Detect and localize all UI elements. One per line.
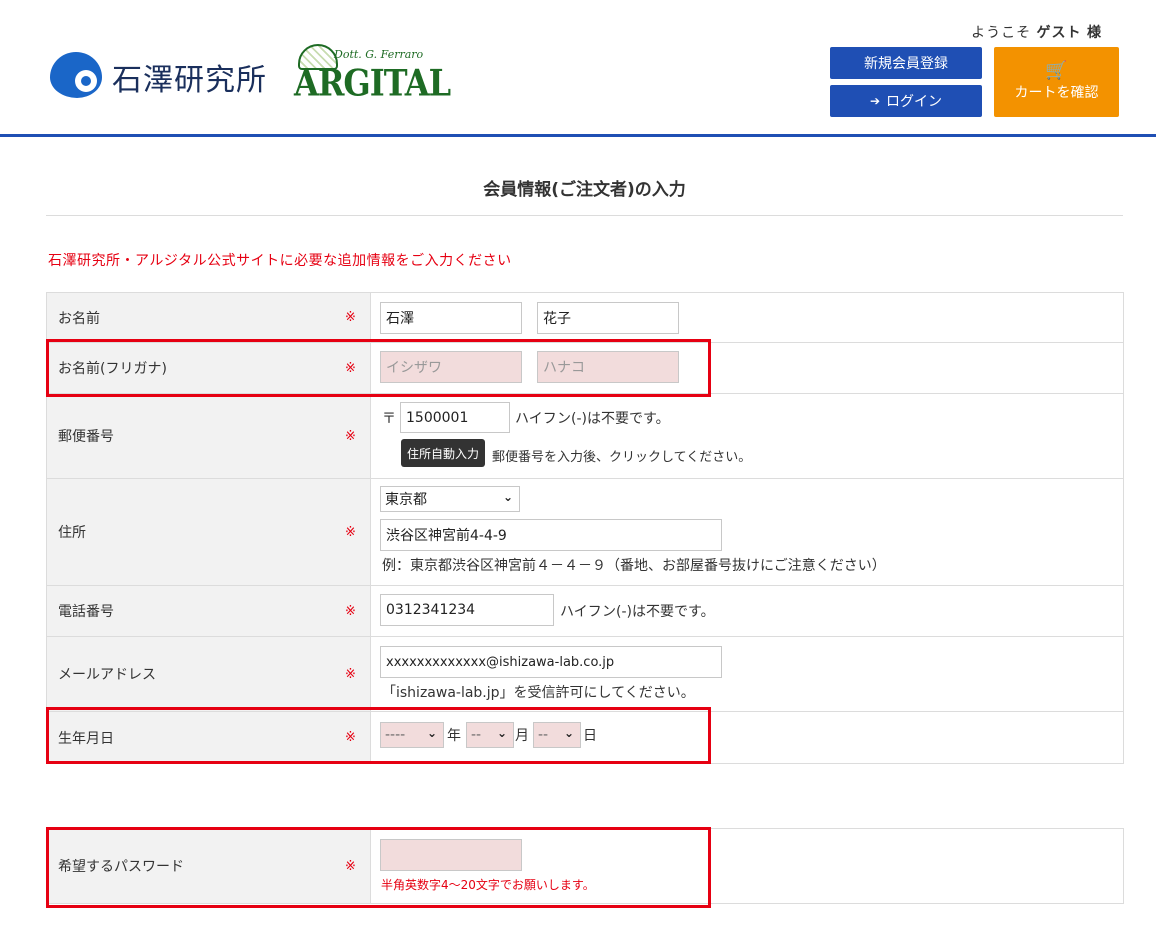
ishizawa-logo-mark-icon [50,52,104,102]
kana-label: お名前(フリガナ) [58,361,167,377]
email-input[interactable]: xxxxxxxxxxxxx@ishizawa-lab.co.jp [380,646,722,678]
postal-prefix: 〒 [382,411,396,427]
address-input[interactable]: 渋谷区神宮前4-4-9 [380,519,722,551]
shopping-cart-icon: 🛒 [1045,60,1068,81]
required-mark: ※ [345,603,356,619]
postal-value-cell: 〒 1500001 ハイフン(-)は不要です。 住所自動入力 郵便番号を入力後、… [371,394,1123,478]
argital-logo-text: ARGITAL [294,61,451,105]
password-value-cell: 半角英数字4～20文字でお願いします。 [371,829,1123,903]
birth-month-select[interactable]: -- ⌄ [466,722,514,748]
year-unit: 年 [447,728,461,744]
cart-button-label: カートを確認 [1014,85,1099,101]
birthday-label: 生年月日 [58,730,114,747]
day-unit: 日 [583,728,597,744]
email-label: メールアドレス [58,667,156,683]
postal-label: 郵便番号 [58,429,114,445]
chevron-down-icon: ⌄ [502,490,513,504]
phone-label-cell: 電話番号 ※ [47,586,371,636]
site-header: 石澤研究所 Dott. G. Ferraro ARGITAL ようこそ ゲスト … [0,0,1156,137]
kana-value-cell: イシザワ ハナコ [371,343,1123,393]
birth-month-value: -- [471,727,482,743]
argital-logo-subtitle: Dott. G. Ferraro [334,48,424,61]
first-name-kana-input[interactable]: ハナコ [537,351,679,383]
required-mark: ※ [345,360,356,376]
last-name-input[interactable]: 石澤 [380,302,522,334]
required-mark: ※ [345,310,356,325]
birth-year-select[interactable]: ---- ⌄ [380,722,444,748]
email-hint: 「ishizawa-lab.jp」を受信許可にしてください。 [382,685,695,701]
postal-code-input[interactable]: 1500001 [400,402,510,433]
chevron-down-icon: ⌄ [496,726,507,740]
required-mark: ※ [345,730,356,745]
name-value-cell: 石澤 花子 [371,293,1123,342]
phone-value-cell: 0312341234 ハイフン(-)は不要です。 [371,586,1123,636]
password-label-cell: 希望するパスワード ※ [47,829,371,903]
address-label: 住所 [58,525,86,541]
postal-hint: ハイフン(-)は不要です。 [515,411,670,427]
prefecture-value: 東京都 [385,492,427,508]
password-row: 希望するパスワード ※ 半角英数字4～20文字でお願いします。 [46,828,1124,904]
login-button-label: ログイン [886,94,943,110]
welcome-message: ようこそ ゲスト 様 [971,22,1102,42]
password-input[interactable] [380,839,522,871]
required-mark: ※ [345,428,356,444]
birthday-label-cell: 生年月日 ※ [47,712,371,763]
first-name-input[interactable]: 花子 [537,302,679,334]
phone-label: 電話番号 [58,604,114,620]
address-autofill-button[interactable]: 住所自動入力 [401,439,485,467]
welcome-prefix: ようこそ [971,25,1032,41]
phone-input[interactable]: 0312341234 [380,594,554,626]
required-mark: ※ [345,666,356,682]
birth-year-value: ---- [385,727,406,743]
kana-row: お名前(フリガナ) ※ イシザワ ハナコ [46,343,1124,394]
email-row: メールアドレス ※ xxxxxxxxxxxxx@ishizawa-lab.co.… [46,637,1124,712]
address-label-cell: 住所 ※ [47,479,371,585]
ishizawa-logo[interactable]: 石澤研究所 [50,52,267,102]
birth-day-value: -- [538,727,549,743]
birth-day-select[interactable]: -- ⌄ [533,722,581,748]
name-label: お名前 [58,310,100,327]
password-label: 希望するパスワード [58,859,184,875]
address-example: 例：東京都渋谷区神宮前４－４－９（番地、お部屋番号抜けにご注意ください） [382,558,886,574]
notice-text: 石澤研究所・アルジタル公式サイトに必要な追加情報をご入力ください [48,253,512,269]
password-hint: 半角英数字4～20文字でお願いします。 [381,878,595,892]
prefecture-select[interactable]: 東京都 ⌄ [380,486,520,512]
sign-in-icon: ➔ [869,94,881,108]
cart-button[interactable]: 🛒 カートを確認 [994,47,1119,117]
register-button-label: 新規会員登録 [864,56,948,72]
birthday-row: 生年月日 ※ ---- ⌄ 年 -- ⌄ 月 -- ⌄ 日 [46,712,1124,764]
register-button[interactable]: 新規会員登録 [830,47,982,79]
welcome-suffix: 様 [1087,25,1102,41]
email-label-cell: メールアドレス ※ [47,637,371,711]
month-unit: 月 [515,728,529,744]
last-name-kana-input[interactable]: イシザワ [380,351,522,383]
address-value-cell: 東京都 ⌄ 渋谷区神宮前4-4-9 例：東京都渋谷区神宮前４－４－９（番地、お部… [371,479,1123,585]
address-row: 住所 ※ 東京都 ⌄ 渋谷区神宮前4-4-9 例：東京都渋谷区神宮前４－４－９（… [46,479,1124,586]
birthday-value-cell: ---- ⌄ 年 -- ⌄ 月 -- ⌄ 日 [371,712,1123,763]
title-divider [46,215,1123,216]
autofill-hint: 郵便番号を入力後、クリックしてください。 [492,450,752,465]
name-row: お名前 ※ 石澤 花子 [46,292,1124,343]
page-title: 会員情報(ご注文者)の入力 [483,180,686,200]
required-mark: ※ [345,858,356,874]
postal-row: 郵便番号 ※ 〒 1500001 ハイフン(-)は不要です。 住所自動入力 郵便… [46,394,1124,479]
ishizawa-logo-text: 石澤研究所 [112,63,267,98]
postal-label-cell: 郵便番号 ※ [47,394,371,478]
phone-row: 電話番号 ※ 0312341234 ハイフン(-)は不要です。 [46,586,1124,637]
email-value-cell: xxxxxxxxxxxxx@ishizawa-lab.co.jp 「ishiza… [371,637,1123,711]
required-mark: ※ [345,524,356,540]
kana-label-cell: お名前(フリガナ) ※ [47,343,371,393]
login-button[interactable]: ➔ ログイン [830,85,982,117]
phone-hint: ハイフン(-)は不要です。 [560,604,715,620]
welcome-user: ゲスト [1036,25,1082,41]
argital-logo[interactable]: Dott. G. Ferraro ARGITAL [292,44,451,108]
chevron-down-icon: ⌄ [426,726,437,740]
name-label-cell: お名前 ※ [47,293,371,342]
chevron-down-icon: ⌄ [563,726,574,740]
